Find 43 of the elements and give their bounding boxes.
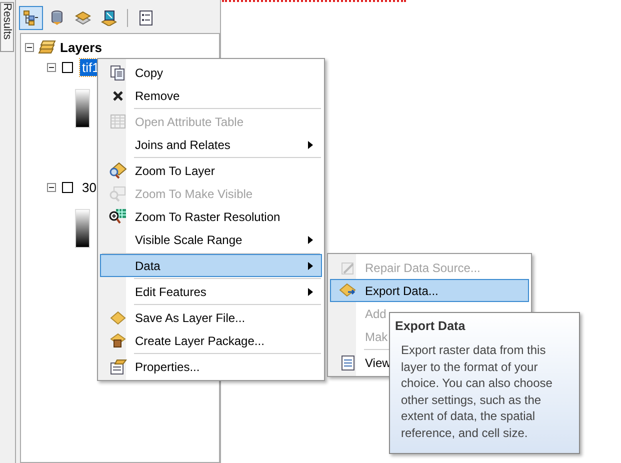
layer-stack-icon — [75, 10, 91, 26]
submenu-arrow-icon — [308, 236, 313, 244]
menu-item[interactable]: Data — [100, 254, 322, 277]
color-ramp — [75, 209, 90, 248]
menu-item[interactable]: Create Layer Package... — [100, 329, 322, 352]
tooltip-title: Export Data — [395, 319, 466, 333]
export-icon — [339, 283, 357, 298]
options-icon — [138, 10, 154, 26]
submenu-arrow-icon — [308, 262, 313, 270]
properties-icon — [110, 358, 126, 374]
color-ramp — [75, 89, 90, 128]
collapse-icon[interactable] — [47, 62, 56, 72]
document-icon — [341, 354, 355, 370]
diamond-icon — [110, 310, 126, 324]
tree-list-icon — [23, 10, 39, 26]
repair-icon — [340, 260, 356, 276]
menu-item[interactable]: Zoom To Raster Resolution — [100, 205, 322, 228]
zoom-layer-icon — [109, 162, 127, 179]
layers-title: Layers — [60, 40, 102, 54]
tooltip-text: Export raster data from this layer to the format of your choice. You can also choose other settings, such as the extent of data, the spatial reference, and cell size. — [400, 342, 554, 441]
table-icon — [110, 114, 126, 129]
package-icon — [110, 333, 126, 348]
copy-icon — [110, 64, 126, 80]
layer-name[interactable]: 30 — [80, 178, 98, 196]
collapse-icon[interactable] — [47, 182, 56, 192]
close-icon — [112, 90, 124, 102]
layers-icon — [38, 40, 56, 54]
menu-item[interactable]: Visible Scale Range — [100, 228, 322, 251]
collapse-icon[interactable] — [25, 42, 34, 52]
menu-item[interactable]: Export Data... — [330, 279, 529, 302]
submenu-arrow-icon — [308, 288, 313, 296]
layer-checkbox[interactable] — [62, 182, 73, 192]
menu-item[interactable]: Copy — [100, 61, 322, 84]
zoom-raster-icon — [109, 208, 127, 225]
menu-item[interactable]: Remove — [100, 84, 322, 107]
menu-item[interactable]: Joins and Relates — [100, 133, 322, 156]
zoom-visible-icon — [109, 185, 127, 202]
layer-checkbox[interactable] — [62, 62, 73, 72]
database-icon — [49, 10, 65, 26]
submenu-arrow-icon — [308, 140, 313, 148]
results-tab[interactable]: Results — [0, 2, 14, 52]
layers-list-button[interactable] — [19, 6, 43, 30]
layer-select-icon — [101, 10, 117, 26]
